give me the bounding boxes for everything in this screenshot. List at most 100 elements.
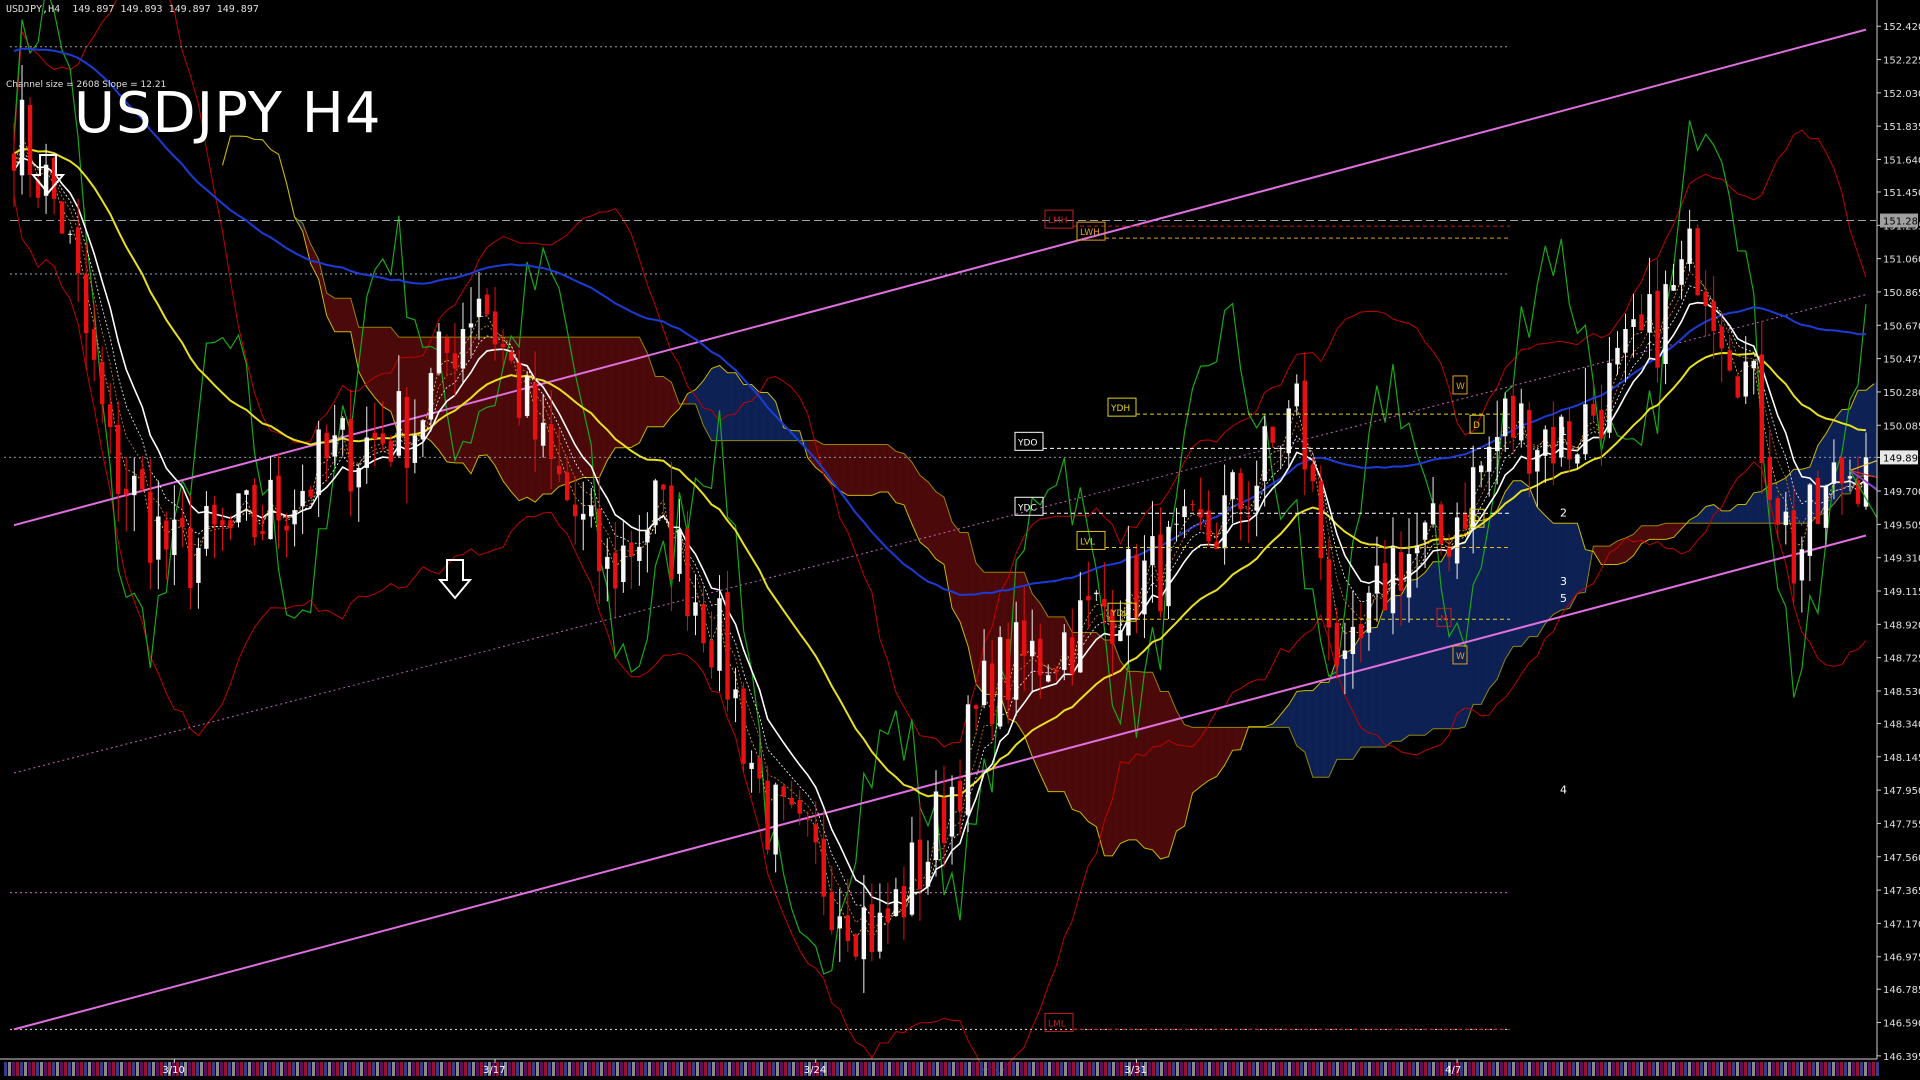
- time-scale-strip: [768, 1062, 771, 1076]
- candle-body: [1414, 545, 1420, 554]
- time-scale-strip: [1680, 1062, 1683, 1076]
- cloud-segment: [663, 376, 672, 427]
- time-scale-strip: [1632, 1062, 1635, 1076]
- cloud-segment: [607, 337, 616, 461]
- time-scale-strip: [1172, 1062, 1175, 1076]
- time-scale-strip: [632, 1062, 635, 1076]
- time-scale-strip: [1240, 1062, 1243, 1076]
- price-chart[interactable]: 1 2 3 5 4 LMH LWH YDH YDO YDC LVL YDL LML W D D M W 152.42…: [0, 0, 1920, 1080]
- cloud-segment: [847, 444, 856, 496]
- time-scale-strip: [1200, 1062, 1203, 1076]
- time-scale-strip: [288, 1062, 291, 1076]
- cloud-segment: [1096, 632, 1105, 856]
- cloud-segment: [1336, 653, 1345, 760]
- time-scale-strip: [1036, 1062, 1039, 1076]
- level-label: LVL: [1080, 537, 1095, 547]
- time-scale-strip: [1472, 1062, 1475, 1076]
- time-scale-strip: [1864, 1062, 1867, 1076]
- time-scale-strip: [1224, 1062, 1227, 1076]
- time-scale-strip: [1712, 1062, 1715, 1076]
- time-scale-strip: [1244, 1062, 1247, 1076]
- time-scale-strip: [1580, 1062, 1583, 1076]
- candle-body: [717, 598, 722, 671]
- time-scale-strip: [1552, 1062, 1555, 1076]
- cloud-segment: [1208, 727, 1217, 781]
- time-scale-strip: [624, 1062, 627, 1076]
- candle-body: [741, 688, 746, 764]
- time-scale-strip: [36, 1062, 39, 1076]
- time-scale-strip: [528, 1062, 531, 1076]
- time-scale-strip: [1512, 1062, 1515, 1076]
- candle-body: [973, 705, 979, 709]
- time-scale-strip: [44, 1062, 47, 1076]
- time-scale-strip: [16, 1062, 19, 1076]
- time-scale-strip: [332, 1062, 335, 1076]
- candle-body: [933, 791, 939, 860]
- time-scale-strip: [1184, 1062, 1187, 1076]
- time-scale-strip: [512, 1062, 515, 1076]
- cloud-segment: [1545, 515, 1554, 624]
- cloud-segment: [1312, 682, 1321, 778]
- time-scale-strip: [1564, 1062, 1567, 1076]
- time-scale-strip: [1376, 1062, 1379, 1076]
- cloud-segment: [952, 521, 960, 622]
- candle-body: [789, 798, 794, 805]
- time-scale-strip: [1268, 1062, 1271, 1076]
- time-scale-strip: [1800, 1062, 1803, 1076]
- time-scale-strip: [1848, 1062, 1851, 1076]
- time-scale-strip: [1624, 1062, 1627, 1076]
- time-scale-strip: [1392, 1062, 1395, 1076]
- candle-body: [1158, 534, 1163, 612]
- down-arrow-icon: [437, 559, 473, 600]
- chart-window[interactable]: 1 2 3 5 4 LMH LWH YDH YDO YDC LVL YDL LML W D D M W 152.42…: [0, 0, 1920, 1080]
- time-scale-strip: [1400, 1062, 1403, 1076]
- time-scale-strip: [588, 1062, 591, 1076]
- time-scale-strip: [596, 1062, 599, 1076]
- candle-body: [1286, 408, 1291, 454]
- candle-body: [709, 640, 714, 668]
- time-scale-strip: [916, 1062, 919, 1076]
- time-scale-strip: [1248, 1062, 1251, 1076]
- candle-body: [1254, 485, 1259, 511]
- candle-body: [653, 480, 658, 526]
- candle-body: [861, 907, 867, 960]
- time-scale-strip: [264, 1062, 267, 1076]
- time-scale-strip: [900, 1062, 903, 1076]
- cloud-segment: [727, 372, 736, 441]
- time-scale-strip: [1728, 1062, 1731, 1076]
- time-scale-strip: [1168, 1062, 1171, 1076]
- time-scale-strip: [1812, 1062, 1815, 1076]
- candle-body: [1655, 290, 1660, 368]
- time-scale-strip: [120, 1062, 123, 1076]
- candle-body: [1102, 598, 1107, 607]
- time-scale-strip: [1232, 1062, 1235, 1076]
- time-scale-strip: [48, 1062, 51, 1076]
- time-scale-strip: [364, 1062, 367, 1076]
- candle-body: [420, 420, 426, 440]
- cloud-segment: [839, 444, 848, 496]
- time-scale-strip: [188, 1062, 191, 1076]
- cloud-segment: [1368, 627, 1377, 748]
- candle-body: [1631, 319, 1636, 328]
- y-tick-label: 148.920: [1883, 620, 1920, 631]
- time-scale-strip: [32, 1062, 35, 1076]
- time-scale-strip: [1280, 1062, 1283, 1076]
- candle-body: [581, 513, 586, 520]
- candle-body: [1238, 473, 1243, 510]
- cloud-segment: [1385, 595, 1393, 748]
- chart-title: USDJPY H4: [74, 81, 382, 146]
- candle-body: [645, 529, 650, 543]
- time-scale-strip: [952, 1062, 955, 1076]
- time-scale-strip: [1120, 1062, 1123, 1076]
- time-scale-strip: [372, 1062, 375, 1076]
- time-scale-strip: [788, 1062, 791, 1076]
- time-scale-strip: [1548, 1062, 1551, 1076]
- time-scale-strip: [580, 1062, 583, 1076]
- time-scale-strip: [136, 1062, 139, 1076]
- candle-body: [1438, 504, 1444, 545]
- candle-body: [997, 637, 1003, 727]
- candle-body: [1150, 536, 1155, 566]
- time-scale-strip: [1656, 1062, 1659, 1076]
- candle-body: [1037, 638, 1043, 676]
- candle-body: [853, 934, 859, 957]
